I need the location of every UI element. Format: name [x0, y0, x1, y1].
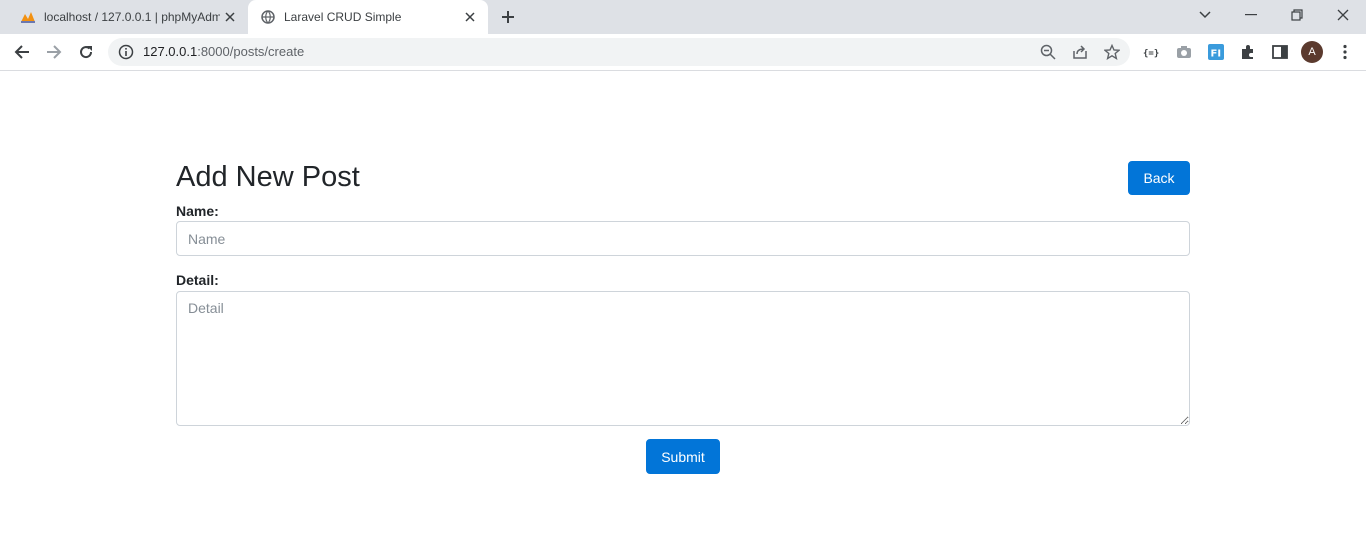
json-extension-icon[interactable]: {=}: [1143, 43, 1161, 61]
close-tab-icon[interactable]: [220, 7, 240, 27]
close-tab-icon[interactable]: [460, 7, 480, 27]
forward-arrow-icon[interactable]: [40, 38, 68, 66]
fi-extension-label: FI: [1211, 49, 1222, 60]
browser-tab-strip: localhost / 127.0.0.1 | phpMyAdmin Larav…: [0, 0, 1366, 34]
new-tab-icon[interactable]: [498, 7, 518, 27]
name-input[interactable]: [176, 221, 1190, 256]
tab-title: localhost / 127.0.0.1 | phpMyAdmin: [44, 10, 220, 24]
side-panel-icon[interactable]: [1271, 43, 1289, 61]
tab-title: Laravel CRUD Simple: [284, 10, 402, 24]
url-text[interactable]: 127.0.0.1:8000/posts/create: [143, 38, 304, 66]
close-window-icon[interactable]: [1320, 0, 1366, 30]
share-icon[interactable]: [1072, 44, 1088, 60]
fi-extension-icon[interactable]: FI: [1207, 43, 1225, 61]
url-path: :8000/posts/create: [197, 44, 305, 59]
profile-avatar[interactable]: A: [1301, 41, 1323, 63]
tab-phpmyadmin[interactable]: localhost / 127.0.0.1 | phpMyAdmin: [8, 0, 248, 34]
submit-button[interactable]: Submit: [646, 439, 720, 474]
name-label: Name:: [176, 203, 219, 219]
detail-label: Detail:: [176, 272, 219, 288]
globe-icon: [260, 9, 276, 25]
tab-laravel-crud[interactable]: Laravel CRUD Simple: [248, 0, 488, 34]
extensions-puzzle-icon[interactable]: [1239, 43, 1257, 61]
back-button[interactable]: Back: [1128, 161, 1190, 195]
minimize-icon[interactable]: [1228, 0, 1274, 30]
camera-icon[interactable]: [1175, 43, 1193, 61]
star-icon[interactable]: [1104, 44, 1120, 60]
zoom-icon[interactable]: [1040, 44, 1056, 60]
reload-icon[interactable]: [72, 38, 100, 66]
page-title: Add New Post: [176, 161, 360, 193]
back-arrow-icon[interactable]: [8, 38, 36, 66]
kebab-menu-icon[interactable]: [1336, 43, 1354, 61]
restore-icon[interactable]: [1274, 0, 1320, 30]
address-bar[interactable]: 127.0.0.1:8000/posts/create: [108, 38, 1130, 66]
site-info-icon[interactable]: [118, 44, 134, 60]
browser-toolbar: 127.0.0.1:8000/posts/create {=} FI A: [0, 34, 1366, 71]
phpmyadmin-icon: [20, 9, 36, 25]
url-host: 127.0.0.1: [143, 44, 198, 59]
detail-textarea[interactable]: [176, 291, 1190, 426]
tab-search-icon[interactable]: [1182, 0, 1228, 30]
svg-text:{=}: {=}: [1143, 49, 1159, 58]
